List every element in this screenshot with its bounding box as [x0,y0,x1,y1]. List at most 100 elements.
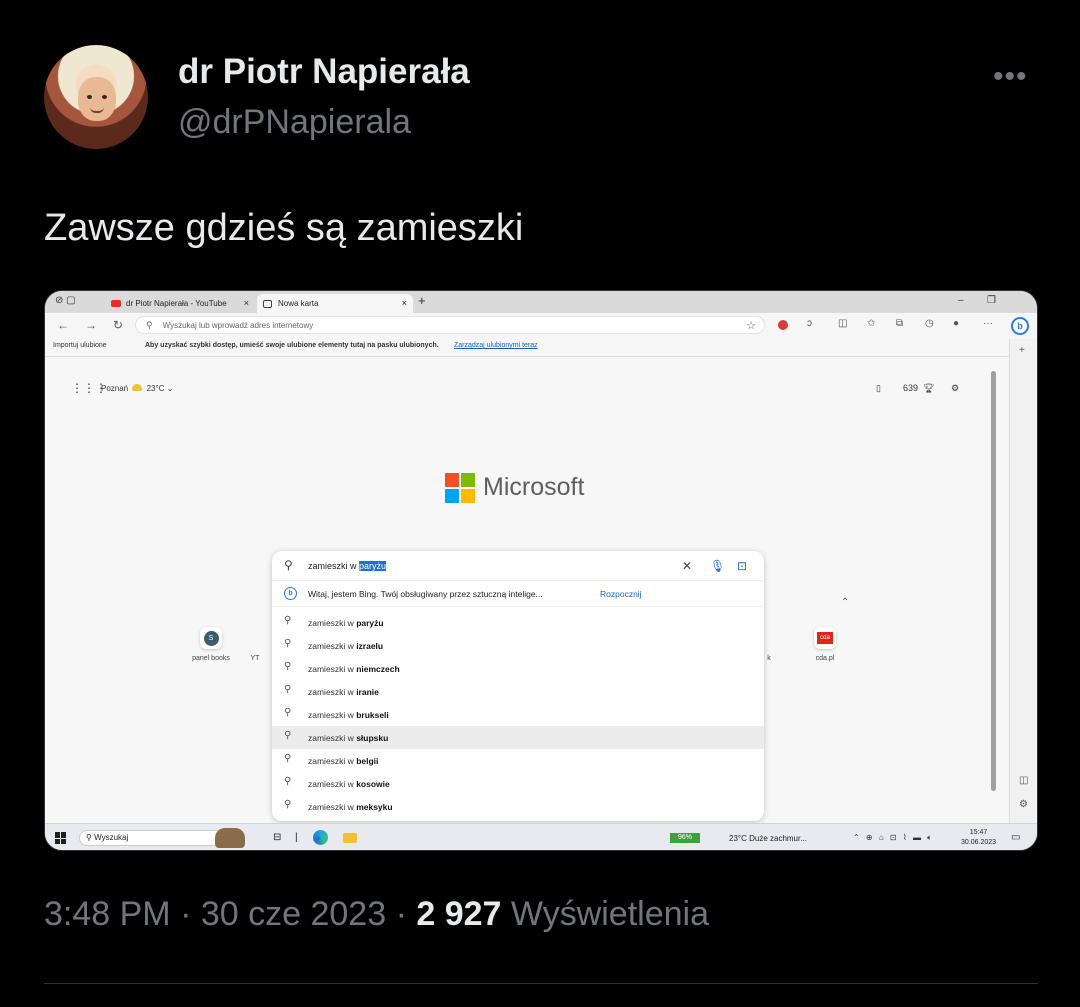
extension-icon[interactable]: ↄ [807,318,812,329]
task-view-icon[interactable]: ⊟ [273,832,281,843]
suggestion-item[interactable]: ⚲ zamieszki w belgii [272,749,764,772]
avatar-face [78,77,116,121]
logo-square-blue [445,489,459,503]
chevron-up-icon[interactable]: ⌃ [841,597,849,608]
favorites-icon[interactable]: ✩ [867,318,875,329]
suggestion-item[interactable]: ⚲ zamieszki w meksyku [272,795,764,818]
tweet-time[interactable]: 3:48 PM [44,895,171,933]
clear-icon[interactable]: ✕ [682,559,692,573]
suggestion-completion: belgii [356,756,379,766]
sidebar-toggle-icon[interactable]: ◫ [1019,775,1028,786]
tab-new-tab[interactable]: Nowa karta × [257,294,413,313]
notifications-icon[interactable]: ▭ [1011,832,1020,843]
tab-actions-icon[interactable]: ⊘ ▢ [55,295,76,306]
address-input[interactable]: ⚲ Wyszukaj lub wprowadź adres internetow… [135,316,765,334]
search-dropdown: ⚲ zamieszki w paryżu ✕ 🎙︎ ⊡ b Witaj, jes… [272,551,764,821]
suggestion-item[interactable]: ⚲ zamieszki w izraelu [272,634,764,657]
visual-search-icon[interactable]: ⊡ [737,559,747,573]
close-tab-icon[interactable]: × [402,298,407,308]
search-input[interactable]: ⚲ zamieszki w paryżu ✕ 🎙︎ ⊡ [272,551,764,581]
tab-label: Nowa karta [278,299,319,308]
system-tray-icons[interactable]: ⌃ ⊕ ⌂ ⊡ ⌇ ▬ 🔈︎ [853,833,934,843]
tweet-text: Zawsze gdzieś są zamieszki [44,207,524,249]
views-label: Wyświetlenia [510,895,709,933]
trophy-icon[interactable]: 🏆︎ [923,383,934,394]
tweet-date[interactable]: 30 cze 2023 [201,895,386,933]
new-tab-button[interactable]: + [418,293,426,308]
weather-widget[interactable]: Poznań 23°C ⌄ [101,384,173,393]
suggestion-text: zamieszki w kosowie [308,779,390,789]
search-icon: ⚲ [284,638,292,649]
collections-icon[interactable]: ⧉ [896,318,903,329]
display-name[interactable]: dr Piotr Napierała [178,52,470,92]
menu-icon[interactable]: ··· [983,318,993,329]
manage-favorites-link[interactable]: Zarządzaj ulubionymi teraz [454,342,538,349]
suggestion-item[interactable]: ⚲ zamieszki w słupsku [272,726,764,749]
extension-adblock-icon[interactable] [778,320,788,330]
quick-link-cda[interactable]: cda cda.pl [795,627,855,662]
more-options-icon[interactable]: ••• [993,60,1028,94]
split-screen-icon[interactable]: ◫ [838,318,847,329]
tile-label: panel books [192,655,230,662]
clock-date: 30.06.2023 [961,839,997,846]
search-query: zamieszki w paryżu [308,561,387,571]
suggestion-completion: kosowie [356,779,390,789]
back-icon[interactable]: ← [57,318,69,332]
suggestion-prefix: zamieszki w [308,756,357,766]
user-handle[interactable]: @drPNapierala [178,103,411,142]
suggestion-item[interactable]: ⚲ zamieszki w kosowie [272,772,764,795]
clock-time: 15:47 [969,829,988,836]
taskbar-clock[interactable]: 15:47 30.06.2023 [961,828,996,848]
query-autocomplete: paryżu [359,561,387,571]
add-icon[interactable]: + [1019,345,1025,356]
maximize-icon[interactable]: ❐ [987,295,996,306]
close-tab-icon[interactable]: × [244,298,249,308]
avatar-eye [102,95,107,99]
search-highlight-image [215,828,245,848]
bing-start-link[interactable]: Rozpocznij [600,589,642,599]
suggestion-item[interactable]: ⚲ zamieszki w niemczech [272,657,764,680]
phone-icon[interactable]: ▯ [876,383,881,394]
edge-sidebar: + ◫ ⚙ [1009,339,1037,823]
suggestion-item[interactable]: ⚲ zamieszki w paryżu [272,611,764,634]
edge-icon[interactable] [313,830,328,845]
quick-link-panel-books[interactable]: S panel books [181,627,241,662]
tile-letter: cda [817,632,833,644]
suggestion-item[interactable]: ⚲ zamieszki w iranie [272,680,764,703]
meta-separator: · [395,895,407,933]
page-scrollbar[interactable] [991,371,996,791]
taskbar-search[interactable]: ⚲ Wyszukaj [79,830,229,846]
youtube-icon [111,300,121,307]
tweet-image[interactable]: ⊘ ▢ dr Piotr Napierała - YouTube × Nowa … [44,290,1038,851]
file-explorer-icon[interactable] [343,833,357,843]
forward-icon[interactable]: → [85,318,97,332]
suggestion-prefix: zamieszki w [308,687,357,697]
bing-chat-icon[interactable]: b [1011,317,1029,335]
tweet-metadata: 3:48 PM · 30 cze 2023 · 2 927 Wyświetlen… [44,895,709,934]
search-icon: ⚲ [146,319,153,330]
settings-gear-icon[interactable]: ⚙ [951,383,959,394]
suggestion-prefix: zamieszki w [308,802,357,812]
profile-avatar[interactable] [44,45,148,149]
avatar-mouth [90,107,104,113]
suggestion-prefix: zamieszki w [308,664,357,674]
microphone-icon[interactable]: 🎙︎ [710,559,725,573]
suggestion-text: zamieszki w słupsku [308,733,388,743]
refresh-icon[interactable]: ↻ [113,318,123,332]
import-favorites[interactable]: Importuj ulubione [53,342,107,349]
sidebar-settings-icon[interactable]: ⚙ [1019,799,1028,810]
rewards-points[interactable]: 639 [903,383,918,393]
suggestion-item[interactable]: ⚲ zamieszki w brukseli [272,703,764,726]
search-icon: ⚲ [284,615,292,626]
history-icon[interactable]: ◷ [925,318,934,329]
quick-link-yt[interactable]: YT [235,627,275,662]
logo-square-yellow [461,489,475,503]
minimize-icon[interactable]: – [958,295,964,306]
tab-youtube[interactable]: dr Piotr Napierała - YouTube × [105,294,255,313]
taskbar-weather[interactable]: 23°C Duże zachmur... [729,834,807,843]
weather-icon [132,384,143,391]
profile-icon[interactable]: ● [953,318,959,329]
windows-start-icon[interactable] [55,832,67,844]
bing-chat-suggestion[interactable]: b Witaj, jestem Bing. Twój obsługiwany p… [272,581,764,607]
favorite-star-icon[interactable]: ☆ [746,319,756,332]
